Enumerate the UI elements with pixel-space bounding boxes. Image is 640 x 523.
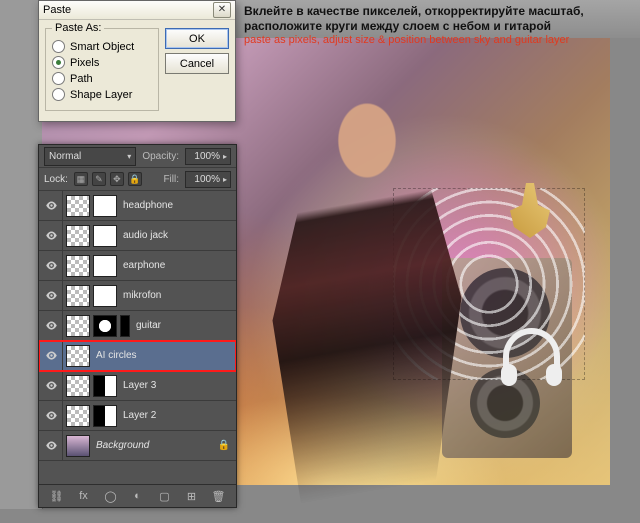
- delete-layer-icon[interactable]: 🗑: [212, 489, 226, 503]
- caption-line-1: Вклейте в качестве пикселей, откорректир…: [244, 4, 622, 19]
- radio-smart-object[interactable]: Smart Object: [52, 40, 152, 53]
- radio-label: Path: [70, 73, 93, 85]
- visibility-toggle[interactable]: [43, 408, 59, 424]
- lock-all-icon[interactable]: 🔒: [128, 172, 142, 186]
- paste-as-group: Paste As: Smart Object Pixels Path Shape…: [45, 28, 159, 111]
- lock-pixels-icon[interactable]: ✎: [92, 172, 106, 186]
- mask-thumbnail[interactable]: [93, 405, 117, 427]
- paste-dialog: Paste ✕ Paste As: Smart Object Pixels Pa…: [38, 0, 236, 122]
- mask-thumbnail[interactable]: [93, 255, 117, 277]
- blend-mode-value: Normal: [49, 151, 81, 162]
- layer-row[interactable]: Background🔒: [39, 431, 236, 461]
- layer-row[interactable]: mikrofon: [39, 281, 236, 311]
- cancel-button[interactable]: Cancel: [165, 53, 229, 74]
- linked-mask-icon: [120, 315, 130, 337]
- layer-name[interactable]: Layer 2: [123, 410, 236, 421]
- layer-name[interactable]: headphone: [123, 200, 236, 211]
- opacity-value: 100%: [194, 151, 220, 162]
- fx-icon[interactable]: fx: [77, 489, 91, 503]
- layer-name[interactable]: Layer 3: [123, 380, 236, 391]
- layer-row[interactable]: earphone: [39, 251, 236, 281]
- layer-row[interactable]: Layer 2: [39, 401, 236, 431]
- chevron-right-icon: ▸: [223, 175, 227, 184]
- radio-label: Smart Object: [70, 41, 134, 53]
- layer-name[interactable]: earphone: [123, 260, 236, 271]
- lock-label: Lock:: [44, 174, 68, 185]
- adjustment-layer-icon[interactable]: ◐: [131, 489, 145, 503]
- visibility-toggle[interactable]: [43, 318, 59, 334]
- radio-shape-layer[interactable]: Shape Layer: [52, 88, 152, 101]
- fill-label: Fill:: [163, 174, 179, 185]
- layer-thumbnail[interactable]: [66, 375, 90, 397]
- layers-panel-footer: ⛓ fx ◯ ◐ ▢ ⊞ 🗑: [39, 484, 236, 507]
- lock-position-icon[interactable]: ✥: [110, 172, 124, 186]
- new-layer-icon[interactable]: ⊞: [185, 489, 199, 503]
- layer-name[interactable]: guitar: [136, 320, 236, 331]
- layer-row[interactable]: AI circles: [39, 341, 236, 371]
- layer-thumbnail[interactable]: [66, 285, 90, 307]
- layers-panel: Normal ▾ Opacity: 100% ▸ Lock: ▦ ✎ ✥ 🔒 F…: [38, 144, 237, 508]
- lock-icon: 🔒: [218, 440, 230, 451]
- lock-transparency-icon[interactable]: ▦: [74, 172, 88, 186]
- radio-icon: [52, 88, 65, 101]
- caption-line-2: расположите круги между слоем с небом и …: [244, 19, 622, 34]
- new-group-icon[interactable]: ▢: [158, 489, 172, 503]
- layer-row[interactable]: audio jack: [39, 221, 236, 251]
- layer-name[interactable]: mikrofon: [123, 290, 236, 301]
- mask-thumbnail[interactable]: [93, 315, 117, 337]
- mask-thumbnail[interactable]: [93, 225, 117, 247]
- layer-thumbnail[interactable]: [66, 345, 90, 367]
- visibility-toggle[interactable]: [43, 258, 59, 274]
- mask-thumbnail[interactable]: [93, 375, 117, 397]
- radio-label: Pixels: [70, 57, 99, 69]
- blend-mode-select[interactable]: Normal ▾: [44, 147, 136, 166]
- caption-line-3: paste as pixels, adjust size & position …: [244, 34, 622, 48]
- radio-icon: [52, 56, 65, 69]
- layer-thumbnail[interactable]: [66, 405, 90, 427]
- mask-thumbnail[interactable]: [93, 285, 117, 307]
- ok-button[interactable]: OK: [165, 28, 229, 49]
- link-layers-icon[interactable]: ⛓: [50, 489, 64, 503]
- layer-thumbnail[interactable]: [66, 315, 90, 337]
- layer-row[interactable]: guitar: [39, 311, 236, 341]
- model-figure: [262, 73, 472, 523]
- add-mask-icon[interactable]: ◯: [104, 489, 118, 503]
- layer-name[interactable]: Background: [96, 440, 218, 451]
- layer-thumbnail[interactable]: [66, 225, 90, 247]
- close-icon[interactable]: ✕: [213, 2, 231, 18]
- layer-thumbnail[interactable]: [66, 435, 90, 457]
- radio-path[interactable]: Path: [52, 72, 152, 85]
- layer-name[interactable]: AI circles: [96, 350, 236, 361]
- layer-thumbnail[interactable]: [66, 255, 90, 277]
- chevron-right-icon: ▸: [223, 152, 227, 161]
- visibility-toggle[interactable]: [43, 438, 59, 454]
- visibility-toggle[interactable]: [43, 288, 59, 304]
- layer-row[interactable]: Layer 3: [39, 371, 236, 401]
- visibility-toggle[interactable]: [43, 198, 59, 214]
- dialog-title: Paste: [43, 4, 71, 16]
- fill-input[interactable]: 100% ▸: [185, 171, 231, 188]
- groupbox-title: Paste As:: [52, 22, 104, 34]
- layer-thumbnail[interactable]: [66, 195, 90, 217]
- visibility-toggle[interactable]: [43, 228, 59, 244]
- fill-value: 100%: [194, 174, 220, 185]
- visibility-toggle[interactable]: [43, 378, 59, 394]
- mask-thumbnail[interactable]: [93, 195, 117, 217]
- chevron-down-icon: ▾: [127, 152, 131, 161]
- visibility-toggle[interactable]: [43, 348, 59, 364]
- opacity-label: Opacity:: [142, 151, 179, 162]
- radio-icon: [52, 72, 65, 85]
- tutorial-caption: Вклейте в качестве пикселей, откорректир…: [244, 4, 622, 48]
- radio-label: Shape Layer: [70, 89, 132, 101]
- opacity-input[interactable]: 100% ▸: [185, 148, 231, 165]
- radio-pixels[interactable]: Pixels: [52, 56, 152, 69]
- layer-row[interactable]: headphone: [39, 191, 236, 221]
- radio-icon: [52, 40, 65, 53]
- layer-name[interactable]: audio jack: [123, 230, 236, 241]
